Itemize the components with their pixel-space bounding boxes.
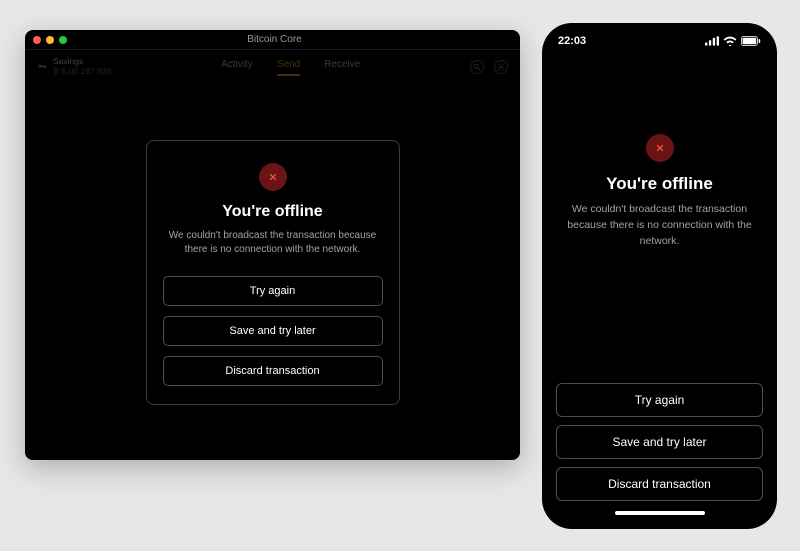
traffic-lights — [33, 36, 67, 44]
window-zoom-button[interactable] — [59, 36, 67, 44]
app-topbar: Savings ₿ 5.00 167 938 Activity Send Rec… — [25, 50, 520, 84]
modal-message: We couldn't broadcast the transaction be… — [163, 229, 383, 258]
discard-transaction-button[interactable]: Discard transaction — [163, 356, 383, 386]
window-titlebar: Bitcoin Core — [25, 30, 520, 50]
save-try-later-button[interactable]: Save and try later — [556, 425, 763, 459]
window-title: Bitcoin Core — [67, 34, 482, 45]
offline-modal: You're offline We couldn't broadcast the… — [146, 140, 400, 405]
account-balance: ₿ 5.00 167 938 — [53, 67, 111, 77]
window-close-button[interactable] — [33, 36, 41, 44]
nav-tab-receive[interactable]: Receive — [324, 59, 360, 76]
error-icon — [259, 163, 287, 191]
statusbar-time: 22:03 — [558, 35, 586, 47]
account-info[interactable]: Savings ₿ 5.00 167 938 — [37, 57, 111, 77]
phone-title: You're offline — [606, 174, 713, 194]
desktop-app-window: Bitcoin Core Savings ₿ 5.00 167 938 Acti… — [25, 30, 520, 460]
search-icon[interactable] — [470, 60, 484, 74]
wifi-icon — [723, 36, 737, 46]
try-again-button[interactable]: Try again — [556, 383, 763, 417]
close-icon — [655, 143, 665, 153]
error-icon — [646, 134, 674, 162]
settings-icon[interactable] — [494, 60, 508, 74]
discard-transaction-button[interactable]: Discard transaction — [556, 467, 763, 501]
nav-tab-send[interactable]: Send — [277, 59, 300, 76]
nav-tab-activity[interactable]: Activity — [221, 59, 253, 76]
try-again-button[interactable]: Try again — [163, 276, 383, 306]
cellular-icon — [705, 36, 719, 46]
save-try-later-button[interactable]: Save and try later — [163, 316, 383, 346]
modal-title: You're offline — [222, 203, 322, 221]
battery-icon — [741, 36, 761, 46]
main-nav: Activity Send Receive — [119, 59, 462, 76]
close-icon — [268, 172, 278, 182]
phone-message: We couldn't broadcast the transaction be… — [560, 202, 760, 249]
phone-notch — [613, 23, 707, 43]
key-icon — [37, 62, 47, 72]
phone-frame: 22:03 You're offline We could — [542, 23, 777, 529]
window-minimize-button[interactable] — [46, 36, 54, 44]
home-indicator[interactable] — [615, 511, 705, 515]
phone-content: You're offline We couldn't broadcast the… — [542, 53, 777, 529]
